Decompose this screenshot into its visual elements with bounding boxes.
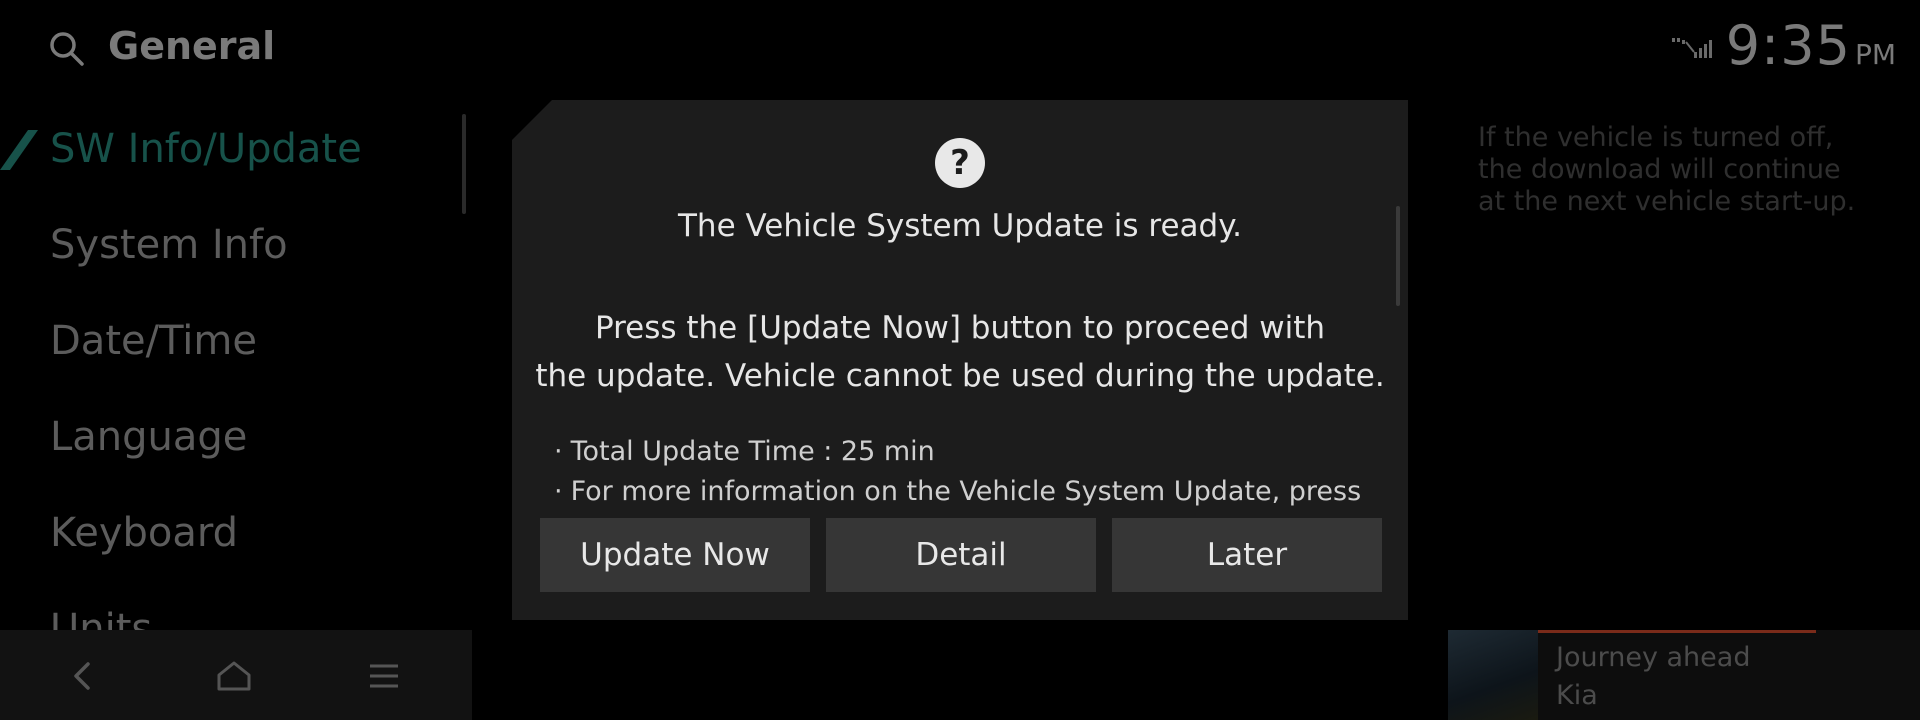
bottom-navbar — [0, 630, 472, 720]
sidebar-item-units[interactable]: Units — [50, 606, 152, 630]
download-info-text: If the vehicle is turned off, the downlo… — [1478, 122, 1856, 217]
dialog-title: The Vehicle System Update is ready. — [677, 208, 1242, 244]
search-icon[interactable] — [48, 30, 86, 68]
media-title: Journey ahead — [1556, 642, 1751, 673]
dialog-scrollbar[interactable] — [1396, 206, 1400, 306]
detail-button[interactable]: Detail — [826, 518, 1096, 592]
later-button[interactable]: Later — [1112, 518, 1382, 592]
update-now-button[interactable]: Update Now — [540, 518, 810, 592]
signal-icon — [1672, 38, 1712, 58]
media-artist: Kia — [1556, 680, 1598, 711]
update-time-bullet: Total Update Time : 25 min — [554, 436, 935, 467]
question-icon: ? — [935, 138, 985, 188]
page-title: General — [108, 24, 276, 68]
sidebar-item-language[interactable]: Language — [50, 414, 247, 460]
dialog-message: Press the [Update Now] button to proceed… — [535, 310, 1385, 394]
dialog-buttons: Update Now Detail Later — [540, 518, 1382, 592]
home-icon[interactable] — [216, 658, 252, 694]
clock: 9:35 PM — [1726, 14, 1896, 77]
album-art — [1448, 630, 1538, 720]
sidebar-item-keyboard[interactable]: Keyboard — [50, 510, 238, 556]
media-widget[interactable]: Journey ahead Kia — [1448, 630, 1920, 720]
update-ready-dialog: ? The Vehicle System Update is ready. Pr… — [512, 100, 1408, 620]
sidebar: SW Info/Update System Info Date/Time Lan… — [0, 110, 470, 630]
sidebar-item-sw-info-update[interactable]: SW Info/Update — [50, 126, 362, 172]
active-indicator — [0, 130, 38, 170]
clock-time: 9:35 — [1725, 14, 1851, 77]
media-progress-bar — [1538, 630, 1816, 633]
sidebar-item-system-info[interactable]: System Info — [50, 222, 288, 268]
back-icon[interactable] — [64, 658, 100, 694]
sidebar-scrollbar[interactable] — [462, 114, 466, 214]
more-info-bullet: For more information on the Vehicle Syst… — [554, 476, 1362, 507]
clock-ampm: PM — [1854, 38, 1896, 71]
sidebar-item-date-time[interactable]: Date/Time — [50, 318, 257, 364]
menu-icon[interactable] — [366, 658, 402, 694]
